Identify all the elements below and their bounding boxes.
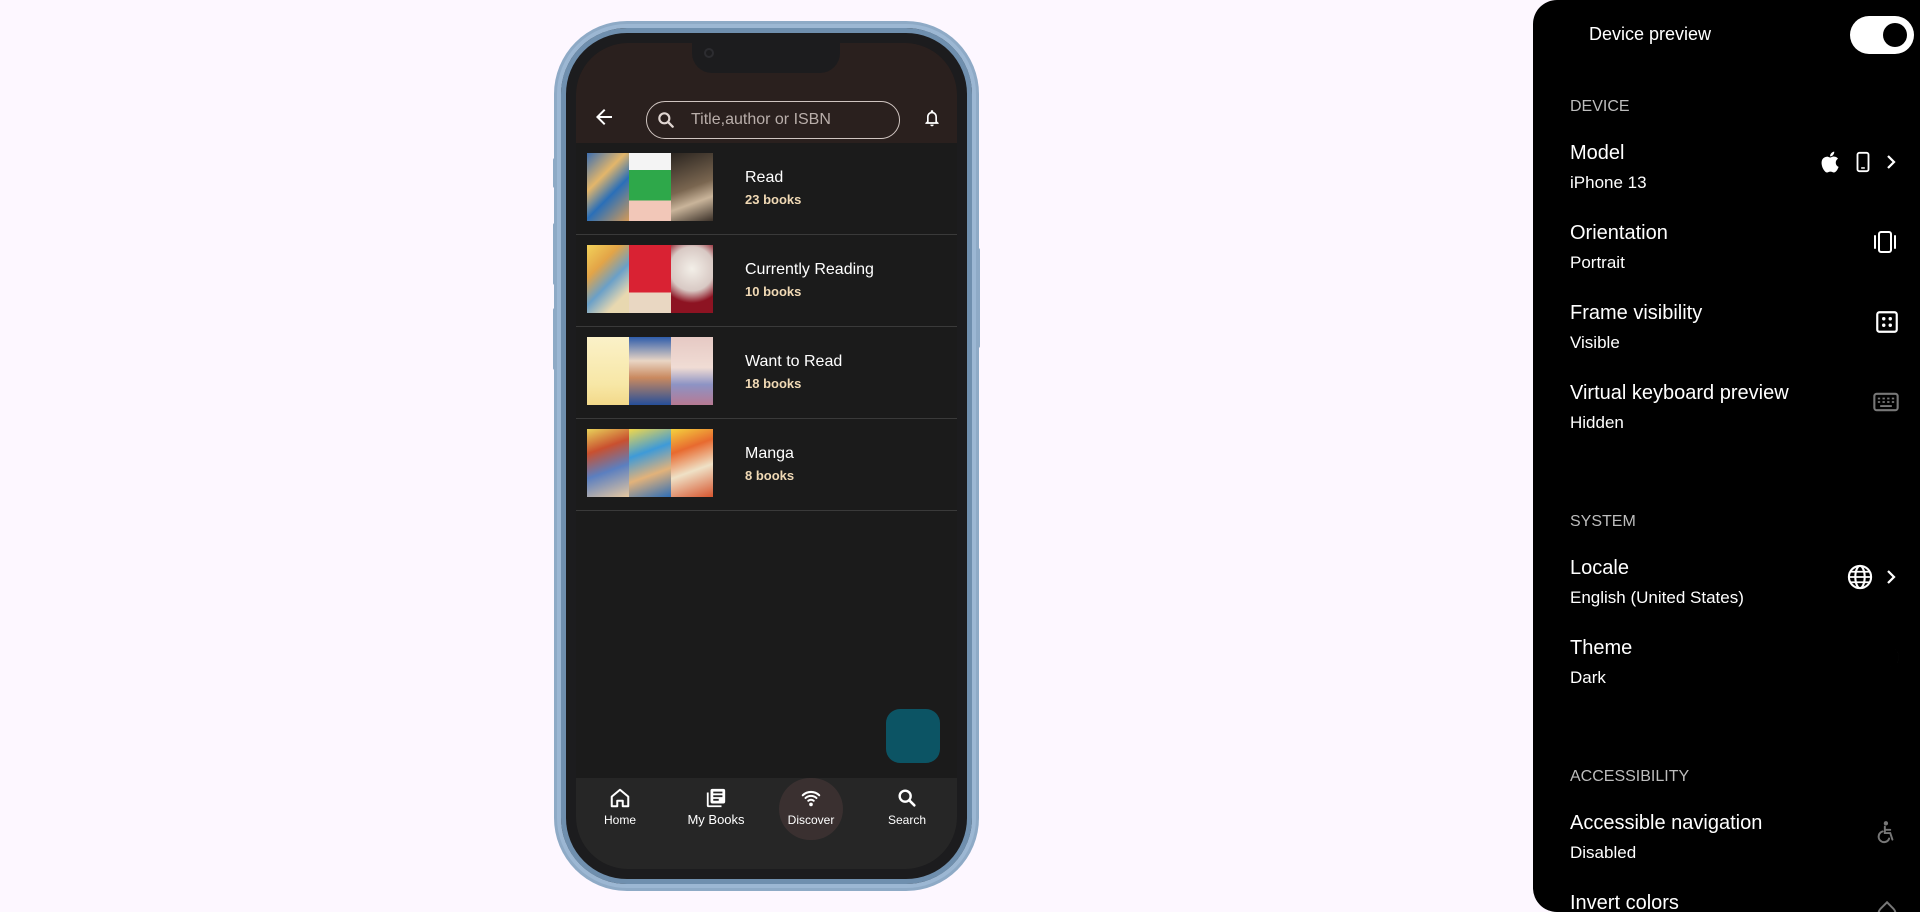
shelf-title: Want to Read [745, 353, 843, 370]
frame-icon [1876, 311, 1898, 333]
shelf-want-to-read[interactable]: Want to Read 18 books [576, 327, 957, 419]
search-input[interactable] [689, 108, 893, 132]
device-preview-toggle[interactable] [1850, 16, 1914, 54]
book-cover [671, 245, 713, 313]
shelf-title: Currently Reading [745, 261, 874, 278]
panel-title: Device preview [1589, 24, 1712, 44]
setting-value: Hidden [1570, 413, 1624, 432]
back-arrow-icon[interactable] [592, 105, 616, 129]
notification-bell-icon[interactable] [922, 107, 942, 129]
home-icon [610, 788, 630, 808]
setting-title: Accessible navigation [1570, 812, 1763, 834]
chevron-right-icon [1887, 570, 1896, 584]
book-cover [587, 245, 629, 313]
setting-model[interactable]: Model iPhone 13 [1570, 142, 1900, 202]
apple-icon [1821, 151, 1839, 173]
volume-down-button [553, 308, 557, 370]
book-cover [587, 337, 629, 405]
shelf-currently-reading[interactable]: Currently Reading 10 books [576, 235, 957, 327]
setting-title: Invert colors [1570, 892, 1679, 912]
accessible-icon [1877, 821, 1894, 844]
setting-locale[interactable]: Locale English (United States) [1570, 557, 1900, 617]
setting-accessible-navigation[interactable]: Accessible navigation Disabled [1570, 812, 1900, 872]
setting-invert-colors[interactable]: Invert colors [1570, 892, 1900, 912]
nav-label: Search [887, 813, 927, 827]
book-cover [587, 153, 629, 221]
nav-discover[interactable]: Discover [776, 778, 846, 840]
shelf-read[interactable]: Read 23 books [576, 143, 957, 235]
section-accessibility: ACCESSIBILITY [1570, 768, 1690, 785]
app-screen: Read 23 books Currently Reading 10 books… [576, 43, 957, 869]
setting-value: Visible [1570, 333, 1620, 352]
section-system: SYSTEM [1570, 513, 1636, 530]
camera-icon [704, 48, 714, 58]
discover-icon [801, 790, 821, 807]
book-cover [587, 429, 629, 497]
setting-title: Frame visibility [1570, 302, 1703, 324]
shelf-title: Manga [745, 445, 794, 462]
shelf-count: 18 books [745, 376, 802, 391]
setting-orientation[interactable]: Orientation Portrait [1570, 222, 1900, 282]
nav-label: Discover [787, 813, 835, 827]
nav-my-books[interactable]: My Books [681, 778, 751, 840]
shelf-manga[interactable]: Manga 8 books [576, 419, 957, 511]
nav-label: My Books [687, 812, 745, 827]
setting-title: Virtual keyboard preview [1570, 382, 1789, 404]
power-button [976, 248, 980, 348]
book-cover [671, 429, 713, 497]
shelf-covers [587, 429, 713, 497]
moon-icon [1889, 647, 1899, 667]
shelf-count: 10 books [745, 284, 802, 299]
shelf-covers [587, 245, 713, 313]
setting-value: Dark [1570, 668, 1606, 687]
shelf-title: Read [745, 169, 784, 186]
book-cover [629, 429, 671, 497]
setting-theme[interactable]: Theme Dark [1570, 637, 1900, 697]
phone-icon [1856, 151, 1870, 173]
toggle-knob [1883, 23, 1907, 47]
shelf-covers [587, 337, 713, 405]
floating-action-button[interactable] [886, 709, 940, 763]
shelf-count: 23 books [745, 192, 802, 207]
setting-frame-visibility[interactable]: Frame visibility Visible [1570, 302, 1900, 362]
search-icon [898, 789, 916, 807]
setting-value: Portrait [1570, 253, 1625, 272]
keyboard-icon [1873, 392, 1899, 412]
shelf-list: Read 23 books Currently Reading 10 books… [576, 143, 957, 511]
setting-value: Disabled [1570, 843, 1637, 862]
chevron-right-icon [1887, 155, 1896, 169]
bottom-navigation: Home My Books Discover Search [576, 778, 957, 869]
setting-title: Theme [1570, 637, 1633, 659]
invert-colors-icon [1877, 900, 1897, 912]
nav-label: Home [603, 813, 636, 827]
search-icon [658, 112, 674, 128]
mute-switch [553, 158, 557, 188]
section-device: DEVICE [1570, 98, 1630, 115]
nav-home[interactable]: Home [585, 778, 655, 840]
book-cover [671, 153, 713, 221]
book-cover [629, 245, 671, 313]
book-cover [629, 337, 671, 405]
screen-rotation-icon [1874, 231, 1896, 253]
shelf-covers [587, 153, 713, 221]
app-bar [576, 91, 957, 143]
nav-search[interactable]: Search [872, 778, 942, 840]
device-preview-panel: Device preview DEVICE Model iPhone 13 Or… [1533, 0, 1920, 912]
setting-virtual-keyboard[interactable]: Virtual keyboard preview Hidden [1570, 382, 1900, 442]
search-field[interactable] [646, 101, 900, 139]
book-cover [629, 153, 671, 221]
shelf-count: 8 books [745, 468, 795, 483]
notch [692, 43, 840, 73]
library-icon [706, 788, 726, 808]
globe-icon [1847, 564, 1873, 590]
setting-title: Orientation [1570, 222, 1668, 244]
volume-up-button [553, 223, 557, 285]
book-cover [671, 337, 713, 405]
